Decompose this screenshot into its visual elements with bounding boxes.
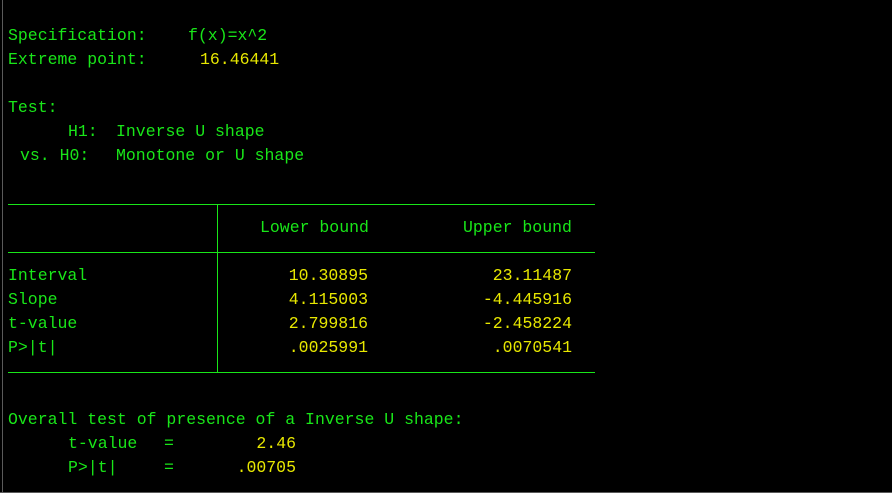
- spec-value: f(x)=x^2: [188, 26, 268, 45]
- h0-text: Monotone or U shape: [116, 146, 305, 165]
- window-left-border: [2, 0, 3, 493]
- cell-interval-lower: 10.30895: [288, 266, 368, 285]
- row-label-tvalue: t-value: [8, 314, 78, 333]
- h0-prefix: vs. H0:: [20, 146, 90, 165]
- table-header-rule: [8, 252, 595, 253]
- table-bottom-rule: [8, 372, 595, 373]
- row-label-interval: Interval: [8, 266, 88, 285]
- header-lower-bound: Lower bound: [260, 218, 369, 237]
- results-console: Specification: f(x)=x^2 Extreme point: 1…: [0, 0, 892, 493]
- cell-interval-upper: 23.11487: [492, 266, 572, 285]
- h1-prefix: H1:: [68, 122, 98, 141]
- overall-test-title: Overall test of presence of a Inverse U …: [8, 410, 464, 429]
- overall-tvalue-equals: =: [164, 434, 174, 453]
- overall-p-label: P>|t|: [68, 458, 118, 477]
- spec-label: Specification:: [8, 26, 147, 45]
- cell-tvalue-upper: -2.458224: [482, 314, 572, 333]
- cell-slope-upper: -4.445916: [482, 290, 572, 309]
- cell-pvalue-lower: .0025991: [288, 338, 368, 357]
- extreme-label: Extreme point:: [8, 50, 147, 69]
- cell-pvalue-upper: .0070541: [492, 338, 572, 357]
- cell-tvalue-lower: 2.799816: [288, 314, 368, 333]
- table-top-rule: [8, 204, 595, 205]
- row-label-slope: Slope: [8, 290, 58, 309]
- overall-p-equals: =: [164, 458, 174, 477]
- extreme-value: 16.46441: [200, 50, 280, 69]
- table-column-divider: [217, 204, 218, 372]
- overall-tvalue-label: t-value: [68, 434, 138, 453]
- cell-slope-lower: 4.115003: [288, 290, 368, 309]
- header-upper-bound: Upper bound: [463, 218, 572, 237]
- overall-p-value: .00705: [236, 458, 296, 477]
- test-label: Test:: [8, 98, 58, 117]
- h1-text: Inverse U shape: [116, 122, 265, 141]
- row-label-pvalue: P>|t|: [8, 338, 58, 357]
- overall-tvalue: 2.46: [256, 434, 296, 453]
